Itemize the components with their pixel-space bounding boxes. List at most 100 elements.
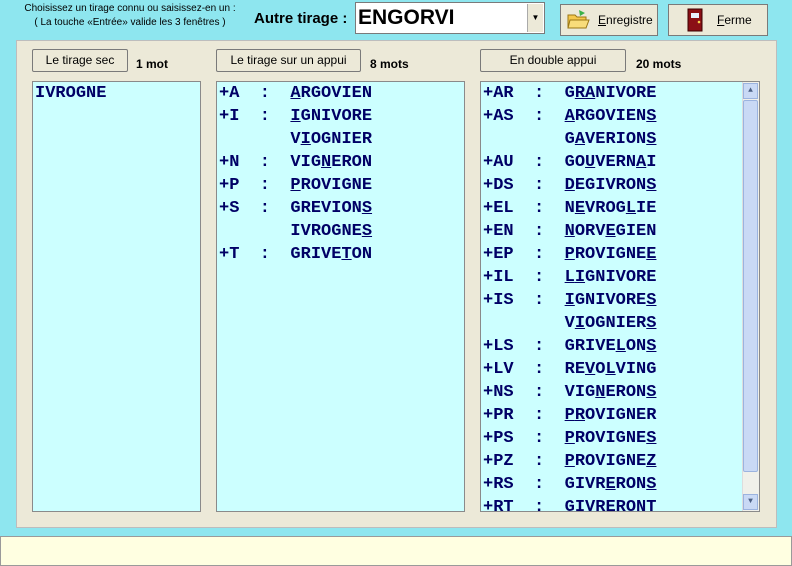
letter: V (595, 452, 606, 471)
list-item[interactable]: +LV : REVOLVINGREVOLVING (481, 358, 759, 381)
list-item[interactable]: +EL : NEVROGLIENEVROGLIE (481, 197, 759, 220)
tirage-sec-button[interactable]: Le tirage sec (32, 49, 128, 72)
tirage-value[interactable]: ENGORVI (358, 6, 454, 30)
letter: O (574, 153, 586, 172)
letter: I (595, 176, 606, 195)
letter: O (351, 245, 362, 264)
letter: R (574, 452, 586, 471)
list-item[interactable]: +P : PROVIGNEPROVIGNE (217, 174, 464, 197)
letter: G (574, 291, 586, 310)
list-item[interactable]: +IS : IGNIVORESIGNIVORES (481, 289, 759, 312)
appui-prefix: +EN : (483, 222, 565, 241)
letter: V (585, 498, 596, 512)
list-item[interactable]: +I : IGNIVOREIGNIVORE (217, 105, 464, 128)
letter: V (321, 199, 332, 218)
double-appui-button[interactable]: En double appui (480, 49, 626, 72)
letter: R (564, 360, 575, 379)
list-item[interactable]: IVROGNEIVROGNE (33, 82, 200, 105)
letter: I (605, 452, 616, 471)
letter: V (595, 429, 606, 448)
word-letters: PROVIGNE (290, 176, 372, 195)
letter: N (636, 360, 647, 379)
list-item[interactable]: +PS : PROVIGNESPROVIGNES (481, 427, 759, 450)
tirage-appui-button[interactable]: Le tirage sur un appui (216, 49, 361, 72)
list-item[interactable]: +A : ARGOVIENARGOVIEN (217, 82, 464, 105)
list-item[interactable]: +EP : PROVIGNEEPROVIGNEE (481, 243, 759, 266)
letter: G (341, 176, 352, 195)
dropdown-arrow-icon[interactable]: ▼ (527, 4, 543, 32)
letter: I (574, 498, 586, 512)
letter: I (605, 245, 616, 264)
list-item[interactable]: +PZ : PROVIGNEZPROVIGNEZ (481, 450, 759, 473)
added-letter: E (646, 245, 657, 264)
double-appui-list[interactable]: +AR : GRANIVOREGRANIVORE+AS : ARGOVIENSA… (480, 81, 760, 512)
list-item[interactable]: +IL : LIGNIVORELIGNIVORE (481, 266, 759, 289)
list-item[interactable]: +RS : GIVRERONSGIVRERONS (481, 473, 759, 496)
list-item[interactable]: +PR : PROVIGNERPROVIGNER (481, 404, 759, 427)
list-item[interactable]: +NS : VIGNERONSVIGNERONS (481, 381, 759, 404)
save-button[interactable]: Enregistre (560, 4, 658, 36)
scrollbar[interactable]: ▲ ▼ (742, 82, 759, 511)
letter: I (615, 130, 626, 149)
letter: V (595, 153, 606, 172)
list-item[interactable]: IVROGNESIVROGNES (217, 220, 464, 243)
letter: E (636, 452, 647, 471)
added-letter: S (646, 291, 657, 310)
list-item[interactable]: +DS : DEGIVRONSDEGIVRONS (481, 174, 759, 197)
list-item[interactable]: +EN : NORVEGIENNORVEGIEN (481, 220, 759, 243)
instruction-line-1: Choisissez un tirage connu ou saisissez-… (24, 3, 236, 14)
list-item[interactable]: +LS : GRIVELONSGRIVELONS (481, 335, 759, 358)
appui-prefix: +I : (219, 107, 291, 126)
added-letter: S (646, 383, 657, 402)
letter: O (585, 429, 596, 448)
appui-prefix: +EP : (483, 245, 565, 264)
appui-prefix: +IL : (483, 268, 565, 287)
list-item[interactable]: +AS : ARGOVIENSARGOVIENS (481, 105, 759, 128)
autre-tirage-label: Autre tirage : (254, 10, 348, 27)
letter: O (321, 222, 332, 241)
letter: N (331, 130, 342, 149)
list-item[interactable]: +AR : GRANIVOREGRANIVORE (481, 82, 759, 105)
list-item[interactable]: +T : GRIVETONGRIVETON (217, 243, 464, 266)
word-letters: PROVIGNEZ (565, 452, 657, 471)
letter: R (351, 107, 362, 126)
letter: O (585, 406, 596, 425)
list-item[interactable]: +AU : GOUVERNAIGOUVERNAI (481, 151, 759, 174)
added-letter: T (341, 245, 352, 264)
list-item[interactable]: +RT : GIVRERONTGIVRERONT (481, 496, 759, 512)
letter: I (574, 475, 586, 494)
word-letters: GIVRERONT (565, 498, 657, 512)
list-item[interactable]: VIOGNIERSVIOGNIERS (481, 312, 759, 335)
letter: E (605, 153, 616, 172)
list-item[interactable]: +S : GREVIONSGREVIONS (217, 197, 464, 220)
list-item[interactable]: GAVERIONSGAVERIONS (481, 128, 759, 151)
word-letters: GRIVELONS (565, 337, 657, 356)
list-item[interactable]: VIOGNIERVIOGNIER (217, 128, 464, 151)
letter: G (646, 360, 657, 379)
tirage-combobox[interactable]: ENGORVI ▼ (355, 2, 545, 34)
letter: R (574, 245, 586, 264)
letter: E (636, 406, 647, 425)
word-letters: PROVIGNEE (565, 245, 657, 264)
scroll-thumb[interactable] (743, 100, 758, 472)
tirage-sec-list[interactable]: IVROGNEIVROGNE (32, 81, 201, 512)
appui-prefix: +DS : (483, 176, 565, 195)
letter: R (595, 199, 606, 218)
letter: O (585, 452, 596, 471)
scroll-down-icon[interactable]: ▼ (743, 494, 758, 510)
added-letter: S (361, 222, 373, 241)
letter: R (361, 130, 373, 149)
letter: G (564, 337, 575, 356)
scroll-up-icon[interactable]: ▲ (743, 83, 758, 99)
letter: V (595, 337, 606, 356)
letter: R (646, 406, 657, 425)
close-button[interactable]: Ferme (668, 4, 768, 36)
letter: N (636, 475, 647, 494)
tirage-appui-list[interactable]: +A : ARGOVIENARGOVIEN+I : IGNIVOREIGNIVO… (216, 81, 465, 512)
letter: I (636, 199, 647, 218)
word-letters: VIOGNIER (290, 130, 372, 149)
letter: R (300, 84, 311, 103)
letter: I (341, 130, 352, 149)
letter: V (585, 199, 596, 218)
list-item[interactable]: +N : VIGNERONVIGNERON (217, 151, 464, 174)
